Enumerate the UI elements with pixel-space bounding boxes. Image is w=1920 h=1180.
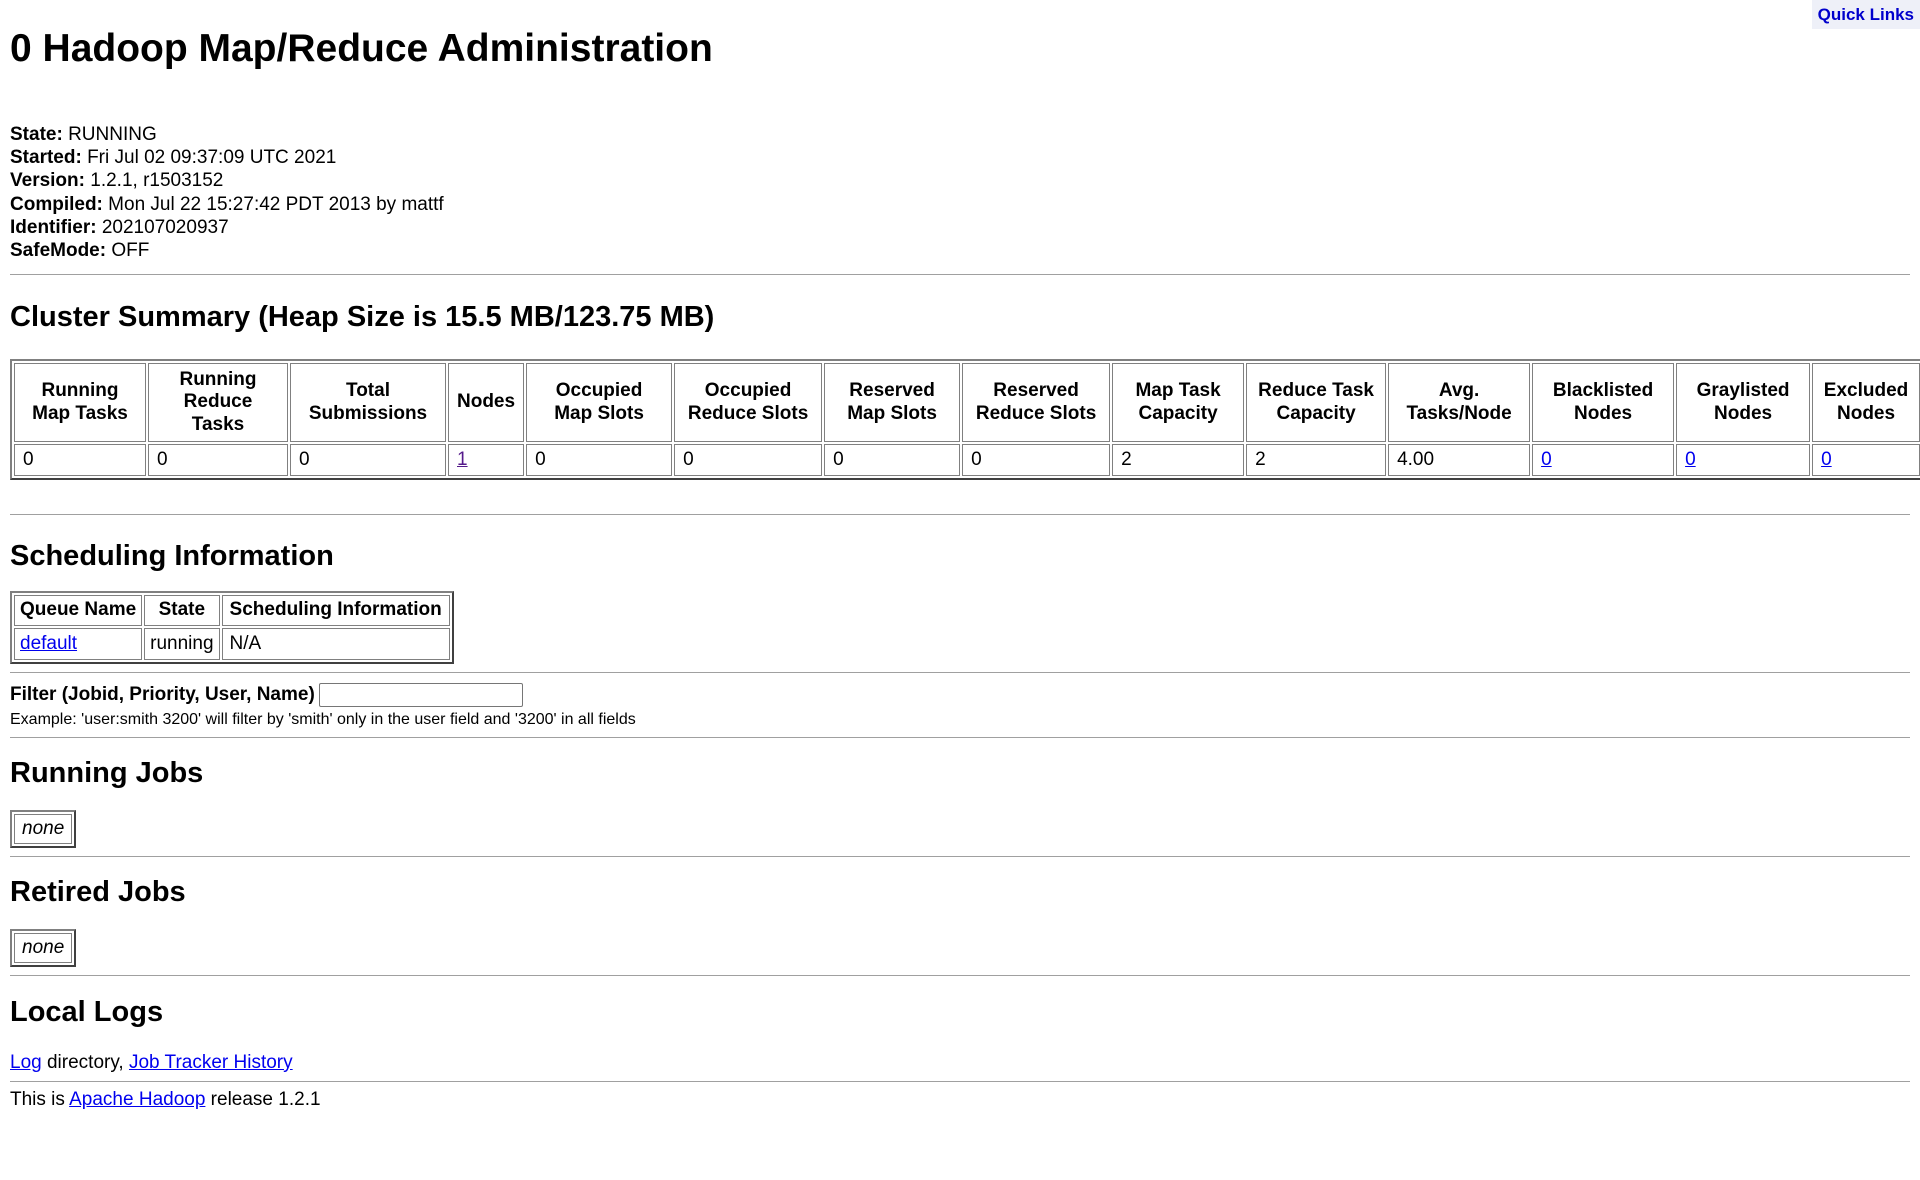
info-compiled: Compiled: Mon Jul 22 15:27:42 PDT 2013 b… bbox=[10, 193, 444, 215]
table-row: default running N/A bbox=[14, 627, 450, 660]
col-graylisted-nodes: Graylisted Nodes bbox=[1676, 363, 1811, 443]
quick-links[interactable]: Quick Links bbox=[1811, 0, 1920, 29]
col-queue-state: State bbox=[144, 595, 220, 626]
apache-hadoop-link[interactable]: Apache Hadoop bbox=[69, 1089, 205, 1110]
info-version: Version: 1.2.1, r1503152 bbox=[10, 170, 224, 192]
cell-running-map-tasks: 0 bbox=[14, 444, 146, 477]
divider bbox=[10, 736, 1910, 738]
nodes-link[interactable]: 1 bbox=[457, 449, 468, 470]
local-logs-heading: Local Logs bbox=[10, 995, 164, 1028]
excluded-nodes-link[interactable]: 0 bbox=[1821, 449, 1832, 470]
table-header-row: Running Map Tasks Running Reduce Tasks T… bbox=[14, 363, 1920, 443]
footer-prefix: This is bbox=[10, 1088, 70, 1110]
info-identifier: Identifier: 202107020937 bbox=[10, 216, 229, 238]
page: 0 Hadoop Map/Reduce Administration State… bbox=[0, 0, 1920, 1112]
page-title: 0 Hadoop Map/Reduce Administration bbox=[10, 27, 713, 70]
col-reduce-task-capacity: Reduce Task Capacity bbox=[1246, 363, 1387, 443]
cell-excluded-nodes: 0 bbox=[1812, 444, 1920, 477]
col-total-submissions: Total Submissions bbox=[290, 363, 446, 443]
col-scheduling-information: Scheduling Information bbox=[221, 595, 450, 626]
filter-label: Filter (Jobid, Priority, User, Name) bbox=[10, 683, 315, 705]
divider bbox=[10, 855, 1910, 857]
cell-reserved-map-slots: 0 bbox=[824, 444, 961, 477]
queue-default-link[interactable]: default bbox=[20, 633, 77, 654]
cell-queue-state: running bbox=[144, 627, 220, 660]
info-safemode: SafeMode: OFF bbox=[10, 240, 150, 262]
divider bbox=[10, 671, 1910, 673]
filter-input[interactable] bbox=[318, 682, 523, 707]
filter-row: Filter (Jobid, Priority, User, Name) bbox=[10, 680, 1910, 710]
log-directory-text: directory, bbox=[41, 1051, 129, 1073]
scheduling-table: Queue Name State Scheduling Information … bbox=[10, 591, 454, 664]
cell-queue-name: default bbox=[14, 627, 143, 660]
col-running-reduce-tasks: Running Reduce Tasks bbox=[148, 363, 288, 443]
cell-blacklisted-nodes: 0 bbox=[1532, 444, 1675, 477]
jobtracker-info: State: RUNNING Started: Fri Jul 02 09:37… bbox=[10, 123, 1910, 262]
col-blacklisted-nodes: Blacklisted Nodes bbox=[1532, 363, 1675, 443]
cell-map-task-capacity: 2 bbox=[1112, 444, 1245, 477]
retired-jobs-heading: Retired Jobs bbox=[10, 875, 186, 908]
cell-total-submissions: 0 bbox=[290, 444, 446, 477]
cell-occupied-reduce-slots: 0 bbox=[674, 444, 823, 477]
retired-jobs-empty: none bbox=[14, 932, 73, 963]
retired-jobs-table: none bbox=[10, 928, 77, 967]
cell-avg-tasks-node: 4.00 bbox=[1388, 444, 1531, 477]
col-running-map-tasks: Running Map Tasks bbox=[14, 363, 146, 443]
blacklisted-nodes-link[interactable]: 0 bbox=[1541, 449, 1552, 470]
running-jobs-table: none bbox=[10, 809, 77, 848]
graylisted-nodes-link[interactable]: 0 bbox=[1685, 449, 1696, 470]
divider bbox=[10, 274, 1910, 276]
footer-suffix: release 1.2.1 bbox=[205, 1088, 321, 1110]
divider bbox=[10, 514, 1910, 516]
col-reserved-reduce-slots: Reserved Reduce Slots bbox=[962, 363, 1111, 443]
cell-graylisted-nodes: 0 bbox=[1676, 444, 1811, 477]
col-queue-name: Queue Name bbox=[14, 595, 143, 626]
table-header-row: Queue Name State Scheduling Information bbox=[14, 595, 450, 626]
cell-queue-scheduling-info: N/A bbox=[221, 627, 450, 660]
divider bbox=[10, 974, 1910, 976]
divider bbox=[10, 1080, 1910, 1082]
col-occupied-reduce-slots: Occupied Reduce Slots bbox=[674, 363, 823, 443]
cell-occupied-map-slots: 0 bbox=[526, 444, 673, 477]
cell-reserved-reduce-slots: 0 bbox=[962, 444, 1111, 477]
running-jobs-heading: Running Jobs bbox=[10, 756, 204, 789]
info-started: Started: Fri Jul 02 09:37:09 UTC 2021 bbox=[10, 147, 337, 169]
cell-nodes: 1 bbox=[448, 444, 525, 477]
table-row: 0 0 0 1 0 0 0 0 2 2 4.00 0 0 0 bbox=[14, 444, 1920, 477]
local-logs-links: Log directory, Job Tracker History bbox=[10, 1051, 1910, 1075]
footer: This is Apache Hadoop release 1.2.1 bbox=[10, 1088, 1910, 1112]
info-state: State: RUNNING bbox=[10, 124, 157, 145]
log-directory-link[interactable]: Log bbox=[10, 1052, 42, 1073]
col-map-task-capacity: Map Task Capacity bbox=[1112, 363, 1245, 443]
cell-reduce-task-capacity: 2 bbox=[1246, 444, 1387, 477]
filter-example: Example: 'user:smith 3200' will filter b… bbox=[10, 710, 636, 728]
cluster-summary-heading: Cluster Summary (Heap Size is 15.5 MB/12… bbox=[10, 301, 715, 334]
col-reserved-map-slots: Reserved Map Slots bbox=[824, 363, 961, 443]
col-occupied-map-slots: Occupied Map Slots bbox=[526, 363, 673, 443]
scheduling-heading: Scheduling Information bbox=[10, 540, 334, 573]
cluster-summary-table: Running Map Tasks Running Reduce Tasks T… bbox=[10, 359, 1920, 481]
cell-running-reduce-tasks: 0 bbox=[148, 444, 288, 477]
col-nodes: Nodes bbox=[448, 363, 525, 443]
col-excluded-nodes: Excluded Nodes bbox=[1812, 363, 1920, 443]
col-avg-tasks-node: Avg. Tasks/Node bbox=[1388, 363, 1531, 443]
running-jobs-empty: none bbox=[14, 813, 73, 844]
job-tracker-history-link[interactable]: Job Tracker History bbox=[129, 1052, 293, 1073]
